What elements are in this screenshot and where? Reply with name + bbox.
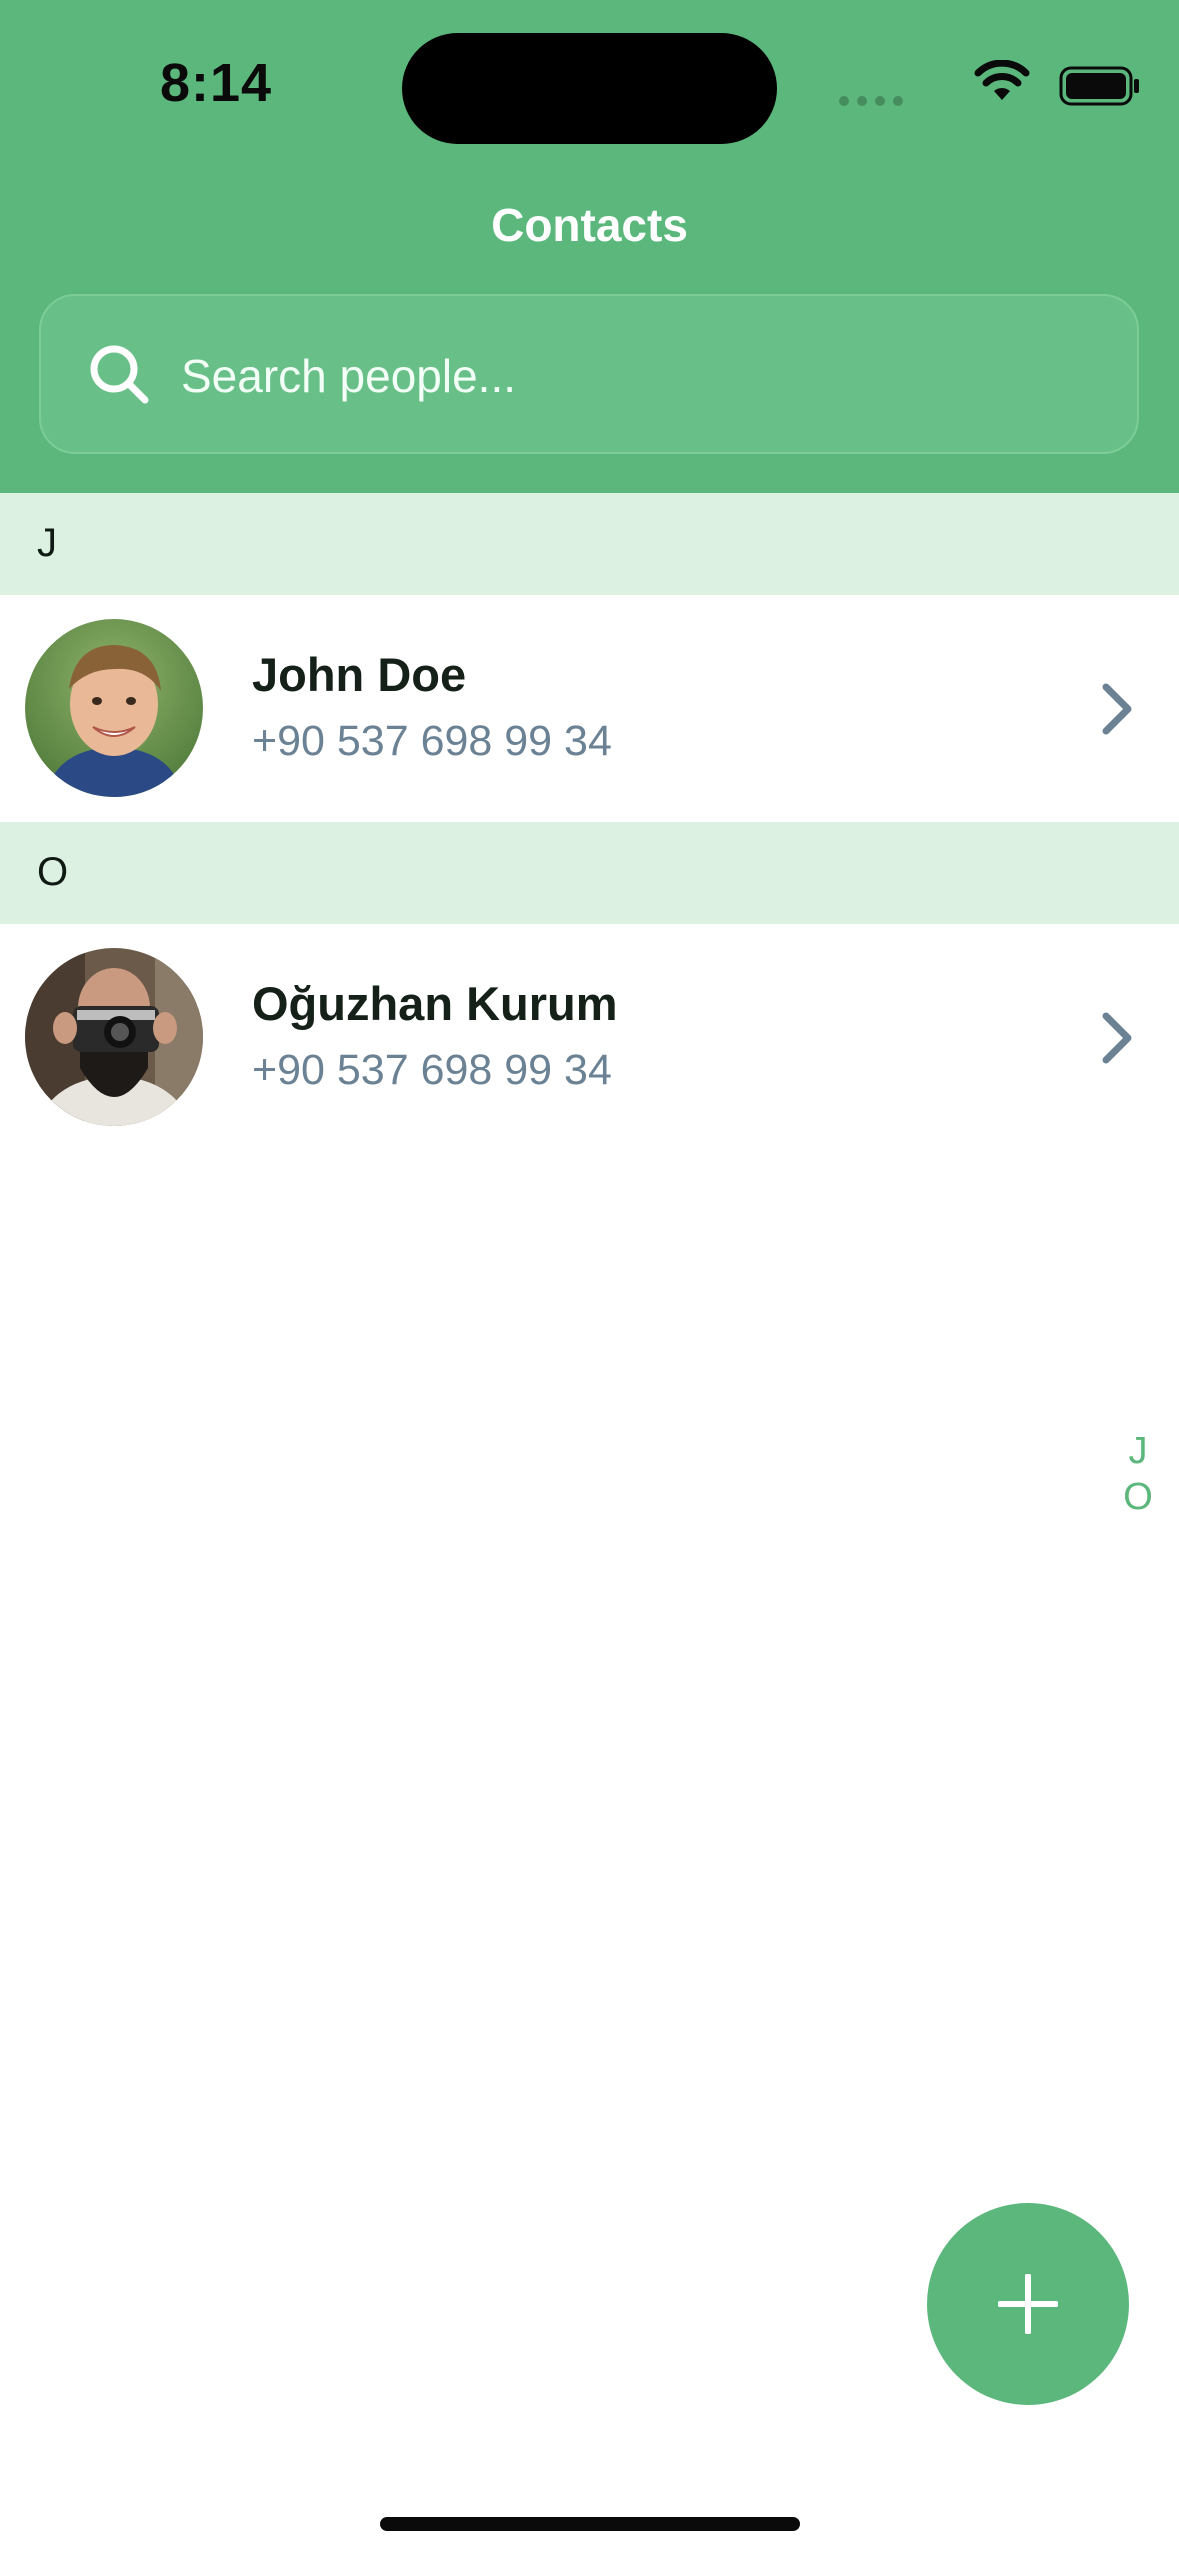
status-time: 8:14 (160, 53, 273, 113)
contact-name: Oğuzhan Kurum (252, 977, 618, 1030)
home-indicator[interactable] (380, 2517, 800, 2531)
wifi-icon (974, 60, 1030, 100)
contact-row-oguzhan-kurum[interactable]: Oğuzhan Kurum +90 537 698 99 34 (0, 924, 1179, 1151)
alphabet-index[interactable]: J O (1116, 1428, 1160, 1520)
avatar (25, 948, 203, 1126)
plus-icon (998, 2274, 1058, 2334)
add-contact-button[interactable] (927, 2203, 1129, 2405)
dynamic-island (402, 33, 777, 144)
search-icon (90, 345, 149, 404)
battery-icon (1059, 66, 1139, 106)
section-letter: J (37, 521, 57, 565)
index-letter-o[interactable]: O (1123, 1474, 1153, 1520)
contact-phone: +90 537 698 99 34 (252, 1046, 612, 1094)
section-header-o: O (0, 822, 1179, 924)
contact-row-john-doe[interactable]: John Doe +90 537 698 99 34 (0, 595, 1179, 822)
signal-icon (839, 96, 903, 106)
section-letter: O (37, 850, 69, 894)
section-header-j: J (0, 493, 1179, 595)
search-input[interactable] (181, 336, 1081, 416)
contact-name: John Doe (252, 648, 467, 701)
chevron-right-icon[interactable] (1096, 681, 1136, 737)
page-title: Contacts (491, 199, 688, 251)
chevron-right-icon[interactable] (1096, 1010, 1136, 1066)
search-bar[interactable] (39, 294, 1139, 454)
header: 8:14 Contacts (0, 0, 1179, 493)
index-letter-j[interactable]: J (1129, 1428, 1148, 1474)
avatar (25, 619, 203, 797)
contact-phone: +90 537 698 99 34 (252, 717, 612, 765)
